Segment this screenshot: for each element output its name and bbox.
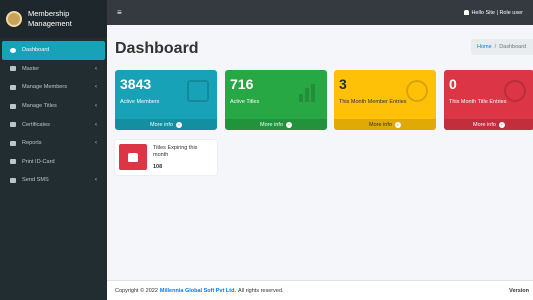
info-box-label: Titles Expiring this month [153,145,198,158]
more-info-link[interactable]: More info › [115,119,217,130]
rights-text: All rights reserved. [237,287,284,294]
stat-box-active-titles: 716 Active Titles More info › [225,70,327,130]
stat-box-month-title-entries: 0 This Month Title Entries More info › [444,70,533,130]
bell-icon [464,10,470,15]
sidebar-item-label: Dashboard [22,47,50,54]
sidebar-item-manage-titles[interactable]: Manage Titles ‹ [0,97,107,116]
sidebar-item-dashboard[interactable]: Dashboard [2,41,105,60]
breadcrumb-home-link[interactable]: Home [477,44,492,50]
sidebar-item-send-sms[interactable]: Send SMS ‹ [0,171,107,190]
more-info-label: More info [473,121,496,128]
chevron-left-icon: ‹ [95,65,97,72]
stat-value: 3 [339,76,347,92]
more-info-label: More info [369,121,392,128]
more-info-link[interactable]: More info › [444,119,533,130]
chevron-left-icon: ‹ [95,177,97,184]
company-link[interactable]: Millennia Global Soft Pvt Ltd. [160,288,236,294]
stat-box-active-members: 3843 Active Members More info › [115,70,217,130]
sidebar-item-label: Master [22,65,40,72]
version-label: Version [509,287,529,294]
sidebar-item-manage-members[interactable]: Manage Members ‹ [0,78,107,97]
more-info-label: More info [260,121,283,128]
report-icon [9,140,17,147]
bag-icon [187,80,209,102]
database-icon [9,65,17,72]
main-content: Dashboard Home / Dashboard 3843 Active M… [107,25,533,280]
stats-row: 3843 Active Members More info › 716 Acti… [115,70,533,130]
stat-label: This Month Member Entries [339,99,407,105]
more-info-label: More info [150,121,173,128]
sms-icon [9,177,17,184]
stat-label: Active Members [120,99,160,105]
stat-label: Active Titles [230,99,260,105]
chevron-left-icon: ‹ [95,121,97,128]
more-info-link[interactable]: More info › [334,119,436,130]
breadcrumb: Home / Dashboard [471,39,533,55]
users-icon [9,84,17,91]
user-plus-icon [406,80,428,102]
chevron-left-icon: ‹ [95,140,97,147]
sidebar-item-print-id-card[interactable]: Print ID-Card [0,153,107,172]
sidebar-item-label: Print ID-Card [22,158,55,165]
page-footer: Copyright © 2022 Millennia Global Soft P… [107,280,533,300]
info-box-value: 108 [153,164,163,170]
sidebar-item-label: Manage Members [22,84,68,91]
dashboard-icon [9,47,17,54]
arrow-circle-right-icon: › [394,121,401,128]
book-icon [9,103,17,110]
thumbs-up-icon [119,144,147,170]
stat-box-month-member-entries: 3 This Month Member Entries More info › [334,70,436,130]
sidebar-item-reports[interactable]: Reports ‹ [0,134,107,153]
sidebar-item-label: Send SMS [22,177,49,184]
breadcrumb-current: Dashboard [499,44,527,50]
bar-chart-icon [297,80,319,102]
id-card-icon [9,158,17,165]
info-box-titles-expiring[interactable]: Titles Expiring this month 108 [115,140,217,175]
sidebar-item-master[interactable]: Master ‹ [0,60,107,79]
breadcrumb-separator: / [494,44,497,50]
hamburger-icon[interactable]: ≡ [117,8,122,17]
chevron-left-icon: ‹ [95,84,97,91]
copyright-text: Copyright © 2022 [115,287,158,294]
arrow-circle-right-icon: › [175,121,182,128]
sidebar-item-label: Reports [22,140,42,147]
user-greeting: Hello Site | Role user [471,9,523,16]
user-menu[interactable]: Hello Site | Role user [464,10,523,16]
sidebar-item-certificates[interactable]: Certificates ‹ [0,115,107,134]
page-title: Dashboard [115,40,199,57]
stat-label: This Month Title Entries [449,99,507,105]
sidebar-menu: Dashboard Master ‹ Manage Members ‹ Mana… [0,41,107,190]
stat-value: 0 [449,76,457,92]
sidebar-item-label: Certificates [22,121,50,128]
stat-value: 716 [230,76,254,92]
arrow-circle-right-icon: › [498,121,505,128]
sidebar: Membership Management Dashboard Master ‹… [0,0,107,300]
more-info-link[interactable]: More info › [225,119,327,130]
top-navbar: ≡ Hello Site | Role user [107,0,533,25]
brand-logo-icon [6,11,22,27]
brand[interactable]: Membership Management [0,0,107,38]
sidebar-item-label: Manage Titles [22,103,57,110]
brand-title: Membership Management [28,9,72,28]
arrow-circle-right-icon: › [285,121,292,128]
stat-value: 3843 [120,76,152,92]
certificate-icon [9,121,17,128]
chevron-left-icon: ‹ [95,103,97,110]
pie-chart-icon [504,80,526,102]
